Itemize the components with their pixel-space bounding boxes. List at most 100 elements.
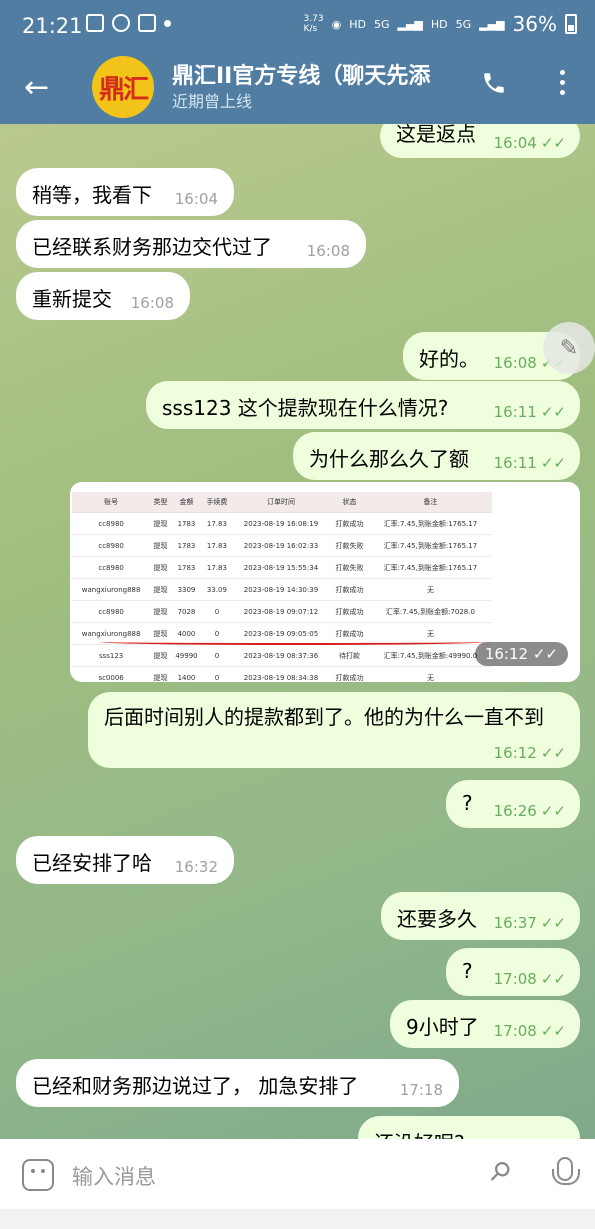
read-check-icon: ✓✓ xyxy=(540,454,566,472)
chat-header: ← 鼎汇 鼎汇II官方专线（聊天先添 近期曾上线 xyxy=(0,52,595,124)
message-time: 16:04 xyxy=(174,190,218,208)
more-menu-icon[interactable] xyxy=(560,70,565,95)
table-header: 手续费 xyxy=(202,492,232,513)
table-cell: 打款成功 xyxy=(330,512,369,535)
read-check-icon: ✓✓ xyxy=(540,914,566,932)
image-message[interactable]: 账号 类型 金额 手续费 订单时间 状态 备注 cc8980 提现 1783 17.8… xyxy=(70,482,580,682)
message-bubble[interactable]: 9小时了 17:08 ✓✓ xyxy=(390,1000,580,1048)
message-text: 已经和财务那边说过了， 加急安排了 xyxy=(32,1074,359,1098)
message-bubble[interactable]: 这是返点 16:04 ✓✓ xyxy=(380,124,580,158)
table-cell: 汇率:7.45,到账金额:1765.17 xyxy=(368,534,492,557)
screenshot-table: 账号 类型 金额 手续费 订单时间 状态 备注 cc8980 提现 1783 17.8… xyxy=(72,492,492,682)
message-time: 16:12 ✓✓ xyxy=(493,744,566,762)
status-bar: 21:21 3.73 K/s ◉ HD 5G ▂▄▆ HD 5G ▂▄▆ 36% xyxy=(0,0,595,52)
message-time: 16:32 xyxy=(174,858,218,876)
table-cell: 打款成功 xyxy=(330,666,369,682)
table-cell: sc0006 xyxy=(72,666,151,682)
battery-icon xyxy=(565,14,577,34)
table-cell: 打款失败 xyxy=(330,534,369,557)
message-bubble[interactable]: 为什么那么久了额 16:11 ✓✓ xyxy=(293,432,580,480)
table-row: sss123 提现 49990 0 2023-08-19 08:37:36 待打款 汇率:7… xyxy=(72,644,492,667)
table-cell: 2023-08-19 09:07:12 xyxy=(231,600,331,623)
chat-area[interactable]: 这是返点 16:04 ✓✓ 稍等，我看下 16:04 已经联系财务那边交代过了 1… xyxy=(0,124,595,1139)
table-cell: 2023-08-19 08:37:36 xyxy=(231,644,331,667)
message-bubble[interactable]: 已经安排了哈 16:32 xyxy=(16,836,234,884)
table-cell: 提现 xyxy=(150,556,171,579)
message-bubble[interactable]: 已经和财务那边说过了， 加急安排了 17:18 xyxy=(16,1059,459,1107)
table-cell: 待打款 xyxy=(330,644,369,667)
table-cell: 打款失败 xyxy=(330,556,369,579)
read-check-icon: ✓✓ xyxy=(540,970,566,988)
message-time: 16:11 ✓✓ xyxy=(493,454,566,472)
table-cell: 打款成功 xyxy=(330,578,369,601)
table-cell: 33.09 xyxy=(202,578,232,601)
message-input[interactable]: 输入消息 xyxy=(72,1161,156,1191)
table-cell: 打款成功 xyxy=(330,600,369,623)
message-bubble[interactable]: ? 17:08 ✓✓ xyxy=(446,948,580,996)
table-cell: wangxiurong888 xyxy=(72,578,151,601)
message-text: sss123 这个提款现在什么情况? xyxy=(162,396,449,420)
table-header: 订单时间 xyxy=(231,492,331,513)
message-bubble[interactable]: ? 16:26 ✓✓ xyxy=(446,780,580,828)
table-row: wangxiurong888 提现 3309 33.09 2023-08-19 14:3… xyxy=(72,578,492,601)
message-text: 重新提交 xyxy=(32,287,112,311)
table-cell: 2023-08-19 08:34:38 xyxy=(231,666,331,682)
back-arrow-icon[interactable]: ← xyxy=(24,70,49,105)
sticker-icon[interactable] xyxy=(22,1159,54,1191)
pencil-icon[interactable]: ✎ xyxy=(543,322,595,374)
table-cell: 0 xyxy=(202,600,232,623)
table-cell: 汇率:7.45,到账金额:1765.17 xyxy=(368,556,492,579)
read-check-icon: ✓✓ xyxy=(540,1022,566,1040)
table-cell: 17.83 xyxy=(202,512,232,535)
table-cell: 提现 xyxy=(150,600,171,623)
message-text: 还要多久 xyxy=(397,907,477,931)
message-text: 已经联系财务那边交代过了 xyxy=(32,235,272,259)
message-bubble[interactable]: sss123 这个提款现在什么情况? 16:11 ✓✓ xyxy=(146,381,580,429)
table-cell: cc8980 xyxy=(72,556,151,579)
table-cell: 3309 xyxy=(170,578,203,601)
table-cell: 1400 xyxy=(170,666,203,682)
table-row: sc0006 提现 1400 0 2023-08-19 08:34:38 打款成功无 xyxy=(72,666,492,682)
message-text: 后面时间别人的提款都到了。他的为什么一直不到 xyxy=(104,705,544,729)
message-text: 9小时了 xyxy=(406,1015,479,1039)
table-cell: 2023-08-19 16:08:19 xyxy=(231,512,331,535)
table-cell: 2023-08-19 16:02:33 xyxy=(231,534,331,557)
table-cell: sss123 xyxy=(72,644,151,667)
net-speed: 3.73 K/s xyxy=(303,14,324,34)
message-bubble[interactable]: 还没好呢? xyxy=(358,1116,580,1139)
5g-label-2: 5G xyxy=(455,17,472,31)
read-check-icon: ✓✓ xyxy=(540,134,566,152)
message-bubble[interactable]: 后面时间别人的提款都到了。他的为什么一直不到 16:12 ✓✓ xyxy=(88,692,580,768)
table-cell: 7028 xyxy=(170,600,203,623)
message-text: 这是返点 xyxy=(396,124,476,146)
microphone-icon[interactable] xyxy=(552,1157,580,1185)
table-cell: 汇率:7.45,到账金额:1765.17 xyxy=(368,512,492,535)
message-text: 为什么那么久了额 xyxy=(309,447,469,471)
table-cell: 1783 xyxy=(170,512,203,535)
avatar-logo: 鼎汇 xyxy=(98,74,149,105)
system-nav-bar xyxy=(0,1209,595,1229)
avatar[interactable]: 鼎汇 xyxy=(92,56,154,118)
table-cell: 提现 xyxy=(150,644,171,667)
message-bubble[interactable]: 已经联系财务那边交代过了 16:08 xyxy=(16,220,366,268)
message-composer: 输入消息 ⚲ xyxy=(0,1139,595,1209)
chat-subtitle: 近期曾上线 xyxy=(172,92,253,111)
table-row: cc8980 提现 1783 17.83 2023-08-19 15:55:34 打款失败… xyxy=(72,556,492,579)
table-row: cc8980 提现 1783 17.83 2023-08-19 16:02:33 打款失败… xyxy=(72,534,492,557)
message-bubble[interactable]: 稍等，我看下 16:04 xyxy=(16,168,234,216)
message-text: 稍等，我看下 xyxy=(32,183,152,207)
message-time: 16:37 ✓✓ xyxy=(493,914,566,932)
image-time: 16:12 ✓✓ xyxy=(474,642,568,666)
phone-icon[interactable] xyxy=(481,68,507,98)
message-bubble[interactable]: 还要多久 16:37 ✓✓ xyxy=(381,892,580,940)
message-time: 16:08 xyxy=(306,242,350,260)
chat-title[interactable]: 鼎汇II官方专线（聊天先添 xyxy=(172,58,460,90)
message-bubble[interactable]: 重新提交 16:08 xyxy=(16,272,190,320)
table-cell: 1783 xyxy=(170,556,203,579)
table-cell: 无 xyxy=(368,578,492,601)
attach-icon[interactable]: ⚲ xyxy=(482,1155,517,1190)
message-time: 16:08 xyxy=(130,294,174,312)
table-cell: 提现 xyxy=(150,534,171,557)
read-check-icon: ✓✓ xyxy=(540,744,566,762)
message-time: 17:18 xyxy=(399,1081,443,1099)
